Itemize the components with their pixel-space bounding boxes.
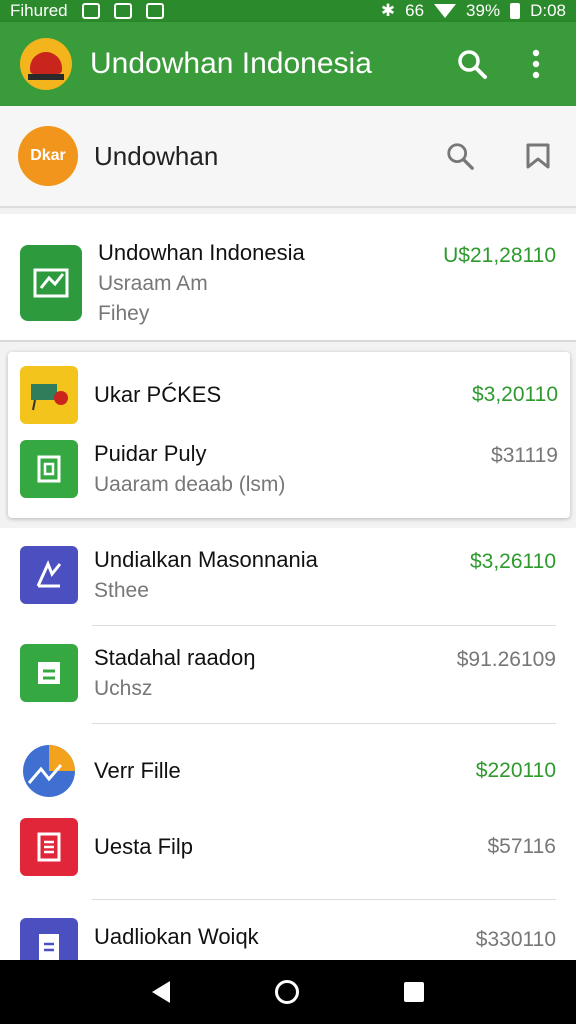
item-amount: $57116 [487,835,556,858]
item-amount: $3,26110 [469,550,556,573]
item-title: Undialkan Masonnania [94,547,318,572]
list-item[interactable]: Ukar PĆKES $3,20110 [12,366,566,424]
signal-label: 66 [405,1,425,20]
search-icon [458,50,487,79]
item-amount: $31119 [491,444,558,467]
list-item[interactable]: Uadliokan Woiqk $330110 [0,918,576,960]
battery-icon [510,3,521,19]
camera-icon [81,3,100,19]
list-item[interactable]: Uesta Filp $57116 [0,818,576,876]
pie-icon [20,742,78,800]
search-button-secondary[interactable] [440,136,480,176]
recents-icon[interactable] [403,982,424,1002]
item-title: Stadahal raadoŋ [94,645,256,670]
item-amount: $91.26109 [456,648,556,671]
avatar[interactable]: Dkar [18,126,78,186]
item-title: Verr Fille [94,758,181,783]
list-item[interactable]: Undialkan Masonnania Sthee $3,26110 [0,546,576,604]
search-button[interactable] [452,44,492,84]
photo-icon [113,3,132,19]
home-icon[interactable] [274,980,299,1004]
app-logo [20,38,72,90]
list-item[interactable]: Undowhan Indonesia Usraam Am Fihey U$21,… [0,240,576,326]
bookmark-button[interactable] [518,136,558,176]
divider [92,899,556,900]
overflow-menu-button[interactable] [516,44,556,84]
app-bar: Undowhan Indonesia [0,22,576,106]
list-item[interactable]: Puidar Puly Uaaram deaab (lsm) $31119 [12,440,566,498]
wifi-icon [434,4,457,18]
item-subtitle: Usraam Am [98,272,208,295]
item-subtitle: Uaaram deaab (lsm) [94,473,286,496]
back-icon[interactable] [152,981,171,1003]
system-nav-bar [0,960,576,1024]
doc-icon [20,644,78,702]
item-amount: $330110 [475,928,556,951]
item-title: Uesta Filp [94,834,194,859]
item-meta: Fihey [98,302,150,325]
battery-label: 39% [466,1,501,20]
item-subtitle: Uchsz [94,677,153,700]
file-icon [20,918,78,960]
item-title: Ukar PĆKES [94,382,222,407]
item-amount: U$21,28110 [443,244,556,267]
divider [92,723,556,724]
item-amount: $3,20110 [471,383,558,406]
cart-icon [20,366,78,424]
account-row: Dkar Undowhan [0,106,576,208]
bookmark-icon [526,143,550,169]
item-title: Uadliokan Woiqk [94,924,259,949]
divider [92,625,556,626]
bluetooth-icon: ✱ [380,1,396,20]
list-item[interactable]: Stadahal raadoŋ Uchsz $91.26109 [0,644,576,702]
featured-card[interactable]: Undowhan Indonesia Usraam Am Fihey U$21,… [0,214,576,342]
account-label: Undowhan [94,140,219,171]
item-title: Puidar Puly [94,441,207,466]
clock: D:08 [530,1,566,20]
sign-icon [20,245,82,321]
form-icon [20,818,78,876]
grouped-card: Ukar PĆKES $3,20110 Puidar Puly Uaaram d… [8,352,570,518]
item-subtitle: Sthee [94,579,149,602]
frame-icon [20,440,78,498]
more-vert-icon [532,49,540,79]
item-amount: $220110 [475,759,556,782]
chart-icon [20,546,78,604]
status-bar: Fihured ✱ 66 39% D:08 [0,0,576,22]
app-title: Undowhan Indonesia [90,47,372,80]
play-icon [145,3,164,19]
item-title: Undowhan Indonesia [98,240,305,265]
carrier-label: Fihured [10,1,68,20]
list-item[interactable]: Verr Fille $220110 [0,742,576,800]
search-icon [447,143,474,170]
